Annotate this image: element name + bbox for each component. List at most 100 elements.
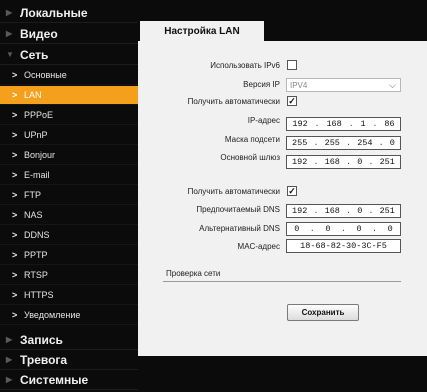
auto-ip-checkbox[interactable]: ✓	[287, 96, 297, 106]
chevron-right-icon: >	[12, 270, 18, 280]
submenu-pptp-label: PPTP	[24, 250, 48, 260]
mask-octet: 255	[292, 138, 308, 148]
submenu-ddns-label: DDNS	[24, 230, 50, 240]
ip-octet: 1	[360, 119, 366, 129]
ip-version-value: IPV4	[290, 80, 308, 90]
gateway-input[interactable]: 192. 168. 0. 251	[286, 155, 401, 169]
submenu-bonjour-label: Bonjour	[24, 150, 56, 160]
dns2-octet: 0	[387, 224, 393, 234]
menu-video[interactable]: ▶ Видео	[0, 24, 138, 44]
triangle-right-icon: ▶	[6, 355, 13, 364]
chevron-right-icon: >	[12, 210, 18, 220]
menu-network-label: Сеть	[20, 47, 49, 62]
dns1-octet: 251	[379, 206, 395, 216]
chevron-right-icon: >	[12, 130, 18, 140]
submenu-lan[interactable]: > LAN	[0, 86, 138, 105]
alternate-dns-input[interactable]: 0. 0. 0. 0	[286, 222, 401, 236]
ip-address-label: IP-адрес	[247, 116, 280, 125]
submenu-ftp-label: FTP	[24, 190, 41, 200]
submenu-notify[interactable]: > Уведомление	[0, 306, 138, 325]
mask-octet: 254	[357, 138, 373, 148]
mac-address-field: 18-68-82-30-3C-F5	[286, 239, 401, 253]
triangle-right-icon: ▶	[6, 375, 13, 384]
triangle-right-icon: ▶	[6, 8, 13, 17]
submenu-email-label: E-mail	[24, 170, 50, 180]
triangle-down-icon: ▼	[6, 50, 14, 59]
menu-video-label: Видео	[20, 26, 58, 41]
menu-record-label: Запись	[20, 332, 63, 347]
chevron-right-icon: >	[12, 170, 18, 180]
ip-octet: 168	[326, 119, 342, 129]
ip-version-select[interactable]: IPV4 ⌵	[286, 78, 401, 92]
menu-system[interactable]: ▶ Системные	[0, 370, 138, 390]
ip-octet: 86	[384, 119, 395, 129]
divider	[163, 281, 401, 282]
submenu-upnp[interactable]: > UPnP	[0, 126, 138, 145]
dns2-octet: 0	[294, 224, 300, 234]
submenu-nas[interactable]: > NAS	[0, 206, 138, 225]
dns2-octet: 0	[325, 224, 331, 234]
ipv6-checkbox[interactable]	[287, 60, 297, 70]
submenu-rtsp[interactable]: > RTSP	[0, 266, 138, 285]
menu-network[interactable]: ▼ Сеть	[0, 45, 138, 65]
submenu-nas-label: NAS	[24, 210, 43, 220]
dns1-octet: 192	[292, 206, 308, 216]
submenu-basic[interactable]: > Основные	[0, 66, 138, 85]
subnet-mask-input[interactable]: 255. 255. 254. 0	[286, 136, 401, 150]
gw-octet: 168	[324, 157, 340, 167]
tab-lan-settings[interactable]: Настройка LAN	[140, 21, 264, 41]
network-check-heading: Проверка сети	[166, 269, 221, 278]
chevron-right-icon: >	[12, 230, 18, 240]
menu-alarm[interactable]: ▶ Тревога	[0, 350, 138, 370]
submenu-pppoe-label: PPPoE	[24, 110, 54, 120]
chevron-right-icon: >	[12, 150, 18, 160]
gw-octet: 0	[357, 157, 363, 167]
submenu-ftp[interactable]: > FTP	[0, 186, 138, 205]
menu-alarm-label: Тревога	[20, 352, 68, 367]
submenu-lan-label: LAN	[24, 90, 42, 100]
chevron-right-icon: >	[12, 290, 18, 300]
chevron-right-icon: >	[12, 90, 18, 100]
chevron-right-icon: >	[12, 310, 18, 320]
menu-local[interactable]: ▶ Локальные	[0, 3, 138, 23]
ip-address-input[interactable]: 192. 168. 1. 86	[286, 117, 401, 131]
mask-octet: 255	[324, 138, 340, 148]
menu-local-label: Локальные	[20, 5, 88, 20]
submenu-upnp-label: UPnP	[24, 130, 48, 140]
submenu-ddns[interactable]: > DDNS	[0, 226, 138, 245]
chevron-down-icon: ⌵	[389, 80, 396, 90]
submenu-https[interactable]: > HTTPS	[0, 286, 138, 305]
submenu-rtsp-label: RTSP	[24, 270, 48, 280]
gw-octet: 192	[292, 157, 308, 167]
dns2-octet: 0	[356, 224, 362, 234]
menu-system-label: Системные	[20, 372, 89, 387]
sidebar: ▶ Локальные ▶ Видео ▼ Сеть > Основные > LAN >…	[0, 0, 138, 392]
chevron-right-icon: >	[12, 110, 18, 120]
triangle-right-icon: ▶	[6, 335, 13, 344]
chevron-right-icon: >	[12, 250, 18, 260]
submenu-notify-label: Уведомление	[24, 310, 81, 320]
menu-record[interactable]: ▶ Запись	[0, 330, 138, 350]
save-button[interactable]: Сохранить	[287, 304, 359, 321]
dns1-octet: 168	[324, 206, 340, 216]
auto-dns-label: Получить автоматически	[187, 187, 280, 196]
subnet-mask-label: Маска подсети	[224, 135, 280, 144]
mac-label: MAC-адрес	[237, 242, 280, 251]
preferred-dns-label: Предпочитаемый DNS	[196, 205, 280, 214]
submenu-pptp[interactable]: > PPTP	[0, 246, 138, 265]
submenu-basic-label: Основные	[24, 70, 67, 80]
submenu-bonjour[interactable]: > Bonjour	[0, 146, 138, 165]
ip-octet: 192	[292, 119, 308, 129]
preferred-dns-input[interactable]: 192. 168. 0. 251	[286, 204, 401, 218]
gw-octet: 251	[379, 157, 395, 167]
auto-dns-checkbox[interactable]: ✓	[287, 186, 297, 196]
submenu-email[interactable]: > E-mail	[0, 166, 138, 185]
ipv6-label: Использовать IPv6	[210, 61, 280, 70]
chevron-right-icon: >	[12, 70, 18, 80]
dns1-octet: 0	[357, 206, 363, 216]
mask-octet: 0	[389, 138, 395, 148]
chevron-right-icon: >	[12, 190, 18, 200]
submenu-pppoe[interactable]: > PPPoE	[0, 106, 138, 125]
submenu-https-label: HTTPS	[24, 290, 54, 300]
ip-version-label: Версия IP	[243, 80, 280, 89]
